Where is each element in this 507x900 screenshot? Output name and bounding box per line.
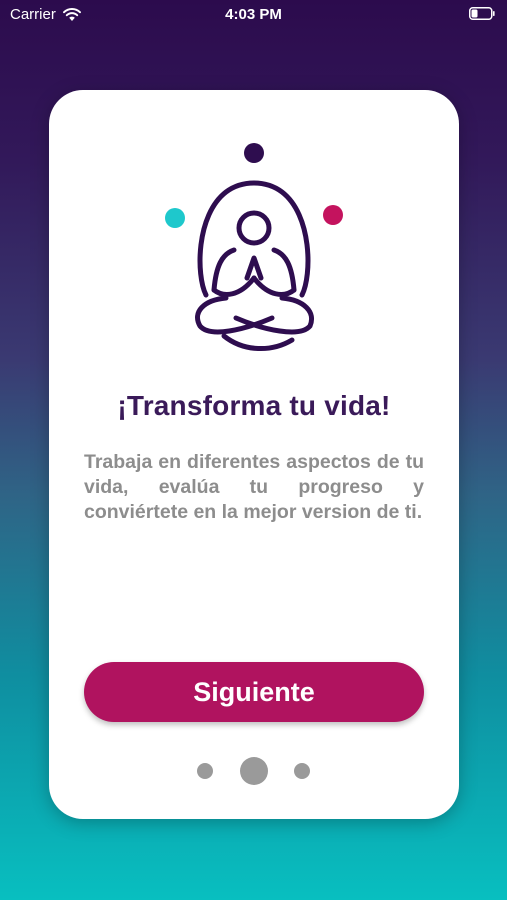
status-time: 4:03 PM (225, 6, 282, 23)
page-dot-2-active[interactable] (240, 757, 268, 785)
page-indicator (49, 757, 459, 785)
description-text: Trabaja en diferentes aspectos de tu vid… (84, 451, 424, 523)
battery-icon (469, 7, 495, 20)
status-bar: Carrier 4:03 PM (0, 0, 507, 32)
meditation-person-icon (165, 143, 343, 352)
page-title: ¡Transforma tu vida! (117, 390, 391, 421)
page-dot-3[interactable] (294, 763, 310, 779)
page-dot-1[interactable] (197, 763, 213, 779)
next-button[interactable]: Siguiente (84, 662, 424, 722)
onboarding-card: ¡Transforma tu vida! Trabaja en diferent… (49, 90, 459, 819)
